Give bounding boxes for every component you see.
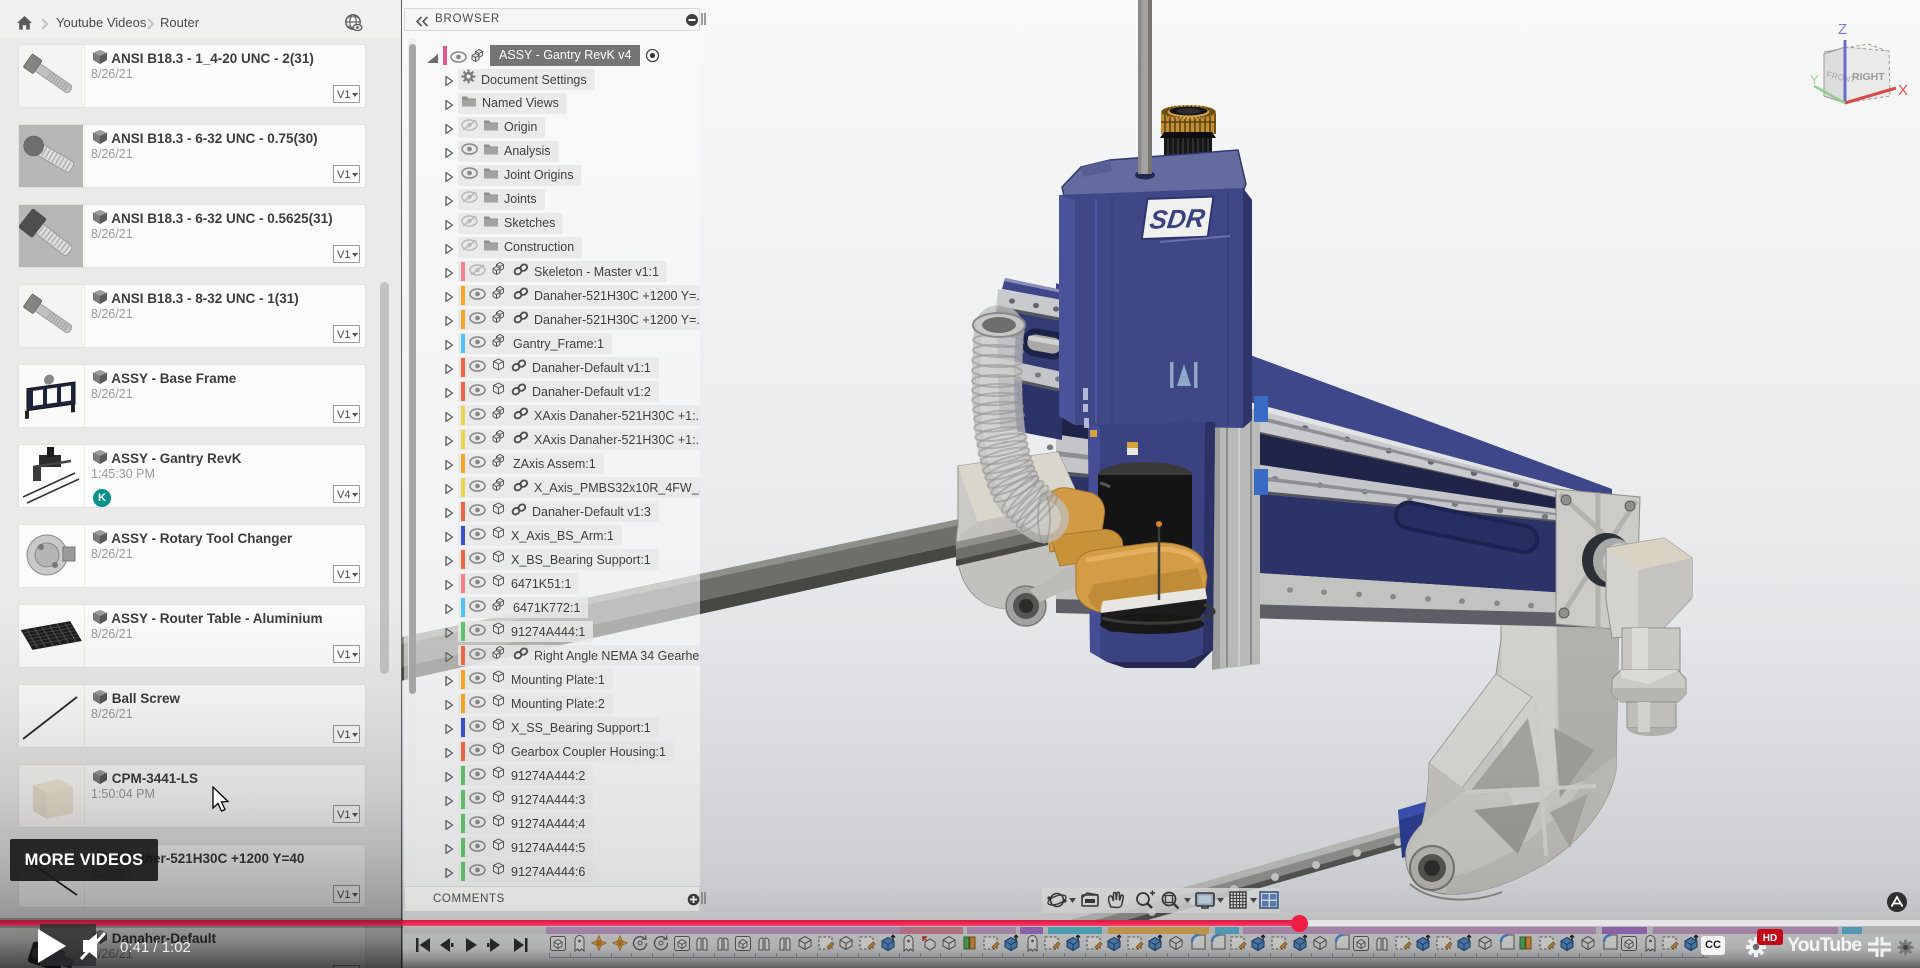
svg-text:X: X (1898, 82, 1908, 99)
svg-text:SDR: SDR (1148, 203, 1207, 235)
svg-text:RIGHT: RIGHT (1852, 71, 1885, 83)
svg-text:Z: Z (1838, 21, 1847, 38)
svg-text:Y: Y (1810, 72, 1819, 87)
svg-text:0:41 / 1:02: 0:41 / 1:02 (120, 939, 191, 956)
svg-text:HD: HD (1763, 933, 1777, 944)
